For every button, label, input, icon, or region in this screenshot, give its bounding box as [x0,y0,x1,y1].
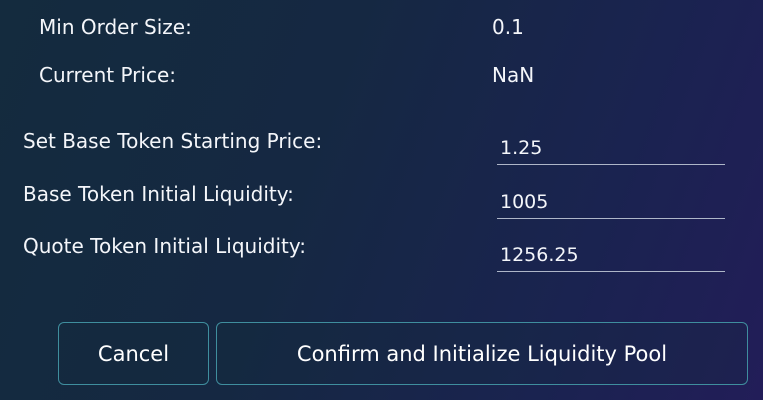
base-token-starting-price-input[interactable] [497,133,725,163]
base-token-initial-liquidity-field [497,187,725,219]
min-order-size-label: Min Order Size: [39,15,192,39]
base-token-initial-liquidity-label: Base Token Initial Liquidity: [23,182,294,206]
quote-token-initial-liquidity-field [497,240,725,272]
base-token-starting-price-field [497,133,725,165]
current-price-value: NaN [492,63,535,87]
current-price-label: Current Price: [39,63,177,87]
confirm-initialize-pool-button[interactable]: Confirm and Initialize Liquidity Pool [216,322,748,385]
initialize-pool-dialog: Min Order Size: 0.1 Current Price: NaN S… [0,0,763,400]
cancel-button[interactable]: Cancel [58,322,209,385]
quote-token-initial-liquidity-label: Quote Token Initial Liquidity: [23,234,306,258]
base-token-initial-liquidity-input[interactable] [497,187,725,217]
cancel-button-label: Cancel [97,341,170,366]
base-token-starting-price-label: Set Base Token Starting Price: [23,129,323,153]
min-order-size-value: 0.1 [492,15,524,39]
confirm-initialize-pool-button-label: Confirm and Initialize Liquidity Pool [296,341,668,366]
quote-token-initial-liquidity-input[interactable] [497,240,725,270]
